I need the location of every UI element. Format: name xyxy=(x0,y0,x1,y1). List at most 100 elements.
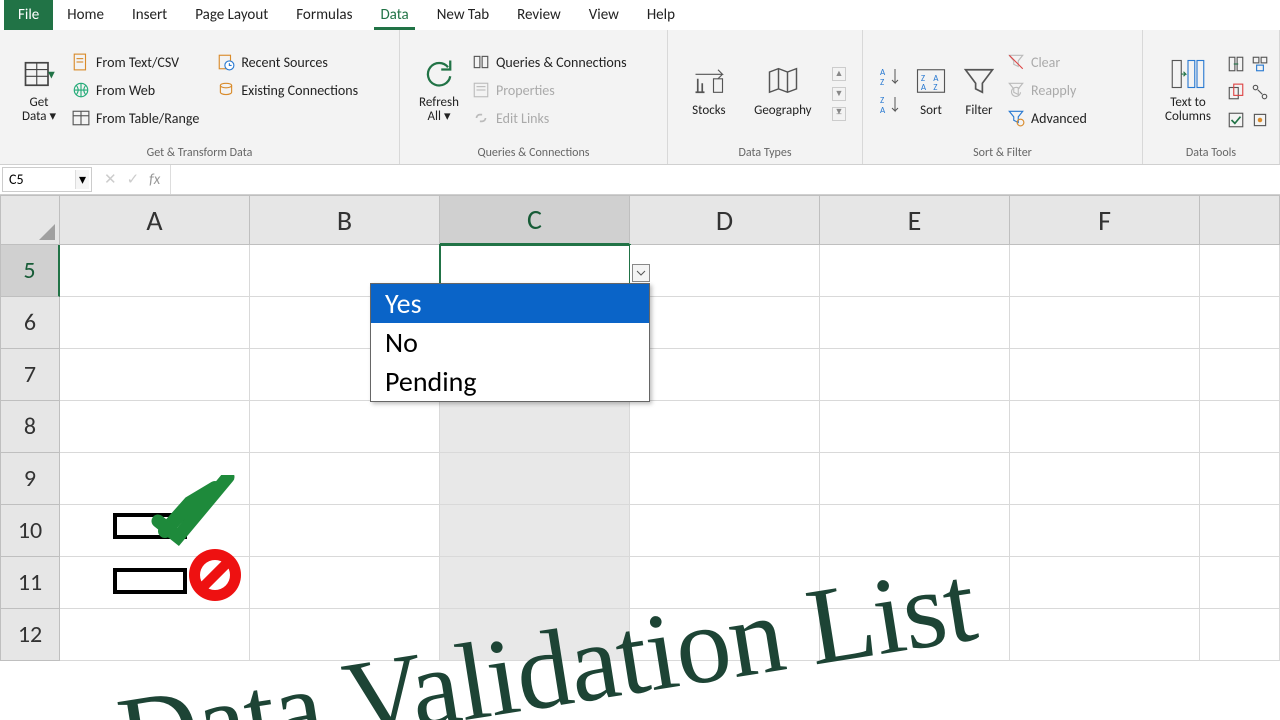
tab-insert[interactable]: Insert xyxy=(118,0,181,30)
queries-connections-button[interactable]: Queries & Connections xyxy=(472,51,627,73)
tab-formulas[interactable]: Formulas xyxy=(282,0,366,30)
cell[interactable] xyxy=(60,245,250,297)
cell[interactable] xyxy=(1200,349,1280,401)
col-header-d[interactable]: D xyxy=(630,195,820,245)
dropdown-option-pending[interactable]: Pending xyxy=(371,362,649,401)
cell[interactable] xyxy=(630,505,820,557)
flash-fill-icon[interactable] xyxy=(1227,55,1245,73)
cell[interactable] xyxy=(440,401,630,453)
gallery-down-icon[interactable]: ▼ xyxy=(832,87,846,101)
cell[interactable] xyxy=(1010,453,1200,505)
sort-asc-button[interactable]: AZ xyxy=(879,65,901,87)
tab-new-tab[interactable]: New Tab xyxy=(423,0,503,30)
cell[interactable] xyxy=(250,505,440,557)
gallery-up-icon[interactable]: ▲ xyxy=(832,67,846,81)
tab-view[interactable]: View xyxy=(575,0,633,30)
cell[interactable] xyxy=(820,349,1010,401)
row-header[interactable]: 6 xyxy=(0,297,60,349)
cell[interactable] xyxy=(1010,505,1200,557)
get-data-button[interactable]: GetData ▾ xyxy=(10,36,68,144)
cell[interactable] xyxy=(820,401,1010,453)
col-header-e[interactable]: E xyxy=(820,195,1010,245)
from-table-range-button[interactable]: From Table/Range xyxy=(72,107,199,129)
col-header-b[interactable]: B xyxy=(250,195,440,245)
cell[interactable] xyxy=(1200,557,1280,609)
row-header[interactable]: 11 xyxy=(0,557,60,609)
row-header[interactable]: 8 xyxy=(0,401,60,453)
confirm-icon[interactable]: ✓ xyxy=(127,170,140,189)
name-box[interactable]: C5 ▾ xyxy=(2,167,92,192)
stocks-button[interactable]: Stocks xyxy=(678,36,740,144)
refresh-all-button[interactable]: RefreshAll ▾ xyxy=(410,36,468,144)
col-header-g[interactable] xyxy=(1200,195,1280,245)
cell[interactable] xyxy=(630,297,820,349)
dropdown-option-no[interactable]: No xyxy=(371,323,649,362)
cell[interactable] xyxy=(1200,245,1280,297)
col-header-f[interactable]: F xyxy=(1010,195,1200,245)
file-tab[interactable]: File xyxy=(4,0,53,30)
geography-button[interactable]: Geography xyxy=(748,36,818,144)
tab-page-layout[interactable]: Page Layout xyxy=(181,0,282,30)
col-header-a[interactable]: A xyxy=(60,195,250,245)
cancel-icon[interactable]: ✕ xyxy=(104,170,117,189)
cell[interactable] xyxy=(1010,557,1200,609)
select-all-button[interactable] xyxy=(0,195,60,245)
existing-connections-button[interactable]: Existing Connections xyxy=(217,79,358,101)
cell[interactable] xyxy=(630,453,820,505)
tab-help[interactable]: Help xyxy=(633,0,689,30)
consolidate-icon[interactable] xyxy=(1251,55,1269,73)
cell[interactable] xyxy=(630,349,820,401)
cell[interactable] xyxy=(1200,297,1280,349)
sort-desc-button[interactable]: ZA xyxy=(879,93,901,115)
cell[interactable] xyxy=(1010,245,1200,297)
from-web-button[interactable]: From Web xyxy=(72,79,199,101)
relationships-icon[interactable] xyxy=(1251,83,1269,101)
cell[interactable] xyxy=(1010,401,1200,453)
cell[interactable] xyxy=(1010,349,1200,401)
fx-icon[interactable]: fx xyxy=(149,171,160,189)
cell[interactable] xyxy=(630,401,820,453)
cell[interactable] xyxy=(820,453,1010,505)
cell[interactable] xyxy=(250,453,440,505)
cell[interactable] xyxy=(820,245,1010,297)
cell[interactable] xyxy=(1010,609,1200,661)
cell[interactable] xyxy=(250,557,440,609)
cell[interactable] xyxy=(1200,401,1280,453)
cell[interactable] xyxy=(60,297,250,349)
tab-data[interactable]: Data xyxy=(366,0,422,30)
text-to-columns-button[interactable]: Text toColumns xyxy=(1153,36,1223,144)
cell[interactable] xyxy=(250,401,440,453)
row-header[interactable]: 7 xyxy=(0,349,60,401)
cell[interactable] xyxy=(630,245,820,297)
advanced-button[interactable]: Advanced xyxy=(1007,107,1087,129)
gallery-more-icon[interactable]: ▼‾ xyxy=(832,107,846,121)
cell[interactable] xyxy=(1200,505,1280,557)
cell[interactable] xyxy=(1010,297,1200,349)
sort-button[interactable]: ZAAZ Sort xyxy=(907,36,955,144)
validation-dropdown-button[interactable] xyxy=(632,264,650,282)
cell[interactable] xyxy=(1200,609,1280,661)
tab-home[interactable]: Home xyxy=(53,0,118,30)
row-header[interactable]: 10 xyxy=(0,505,60,557)
from-text-csv-button[interactable]: From Text/CSV xyxy=(72,51,199,73)
filter-button[interactable]: Filter xyxy=(955,36,1003,144)
cell[interactable] xyxy=(60,349,250,401)
dropdown-option-yes[interactable]: Yes xyxy=(371,284,649,323)
tab-review[interactable]: Review xyxy=(503,0,575,30)
formula-input[interactable] xyxy=(170,165,1280,194)
remove-duplicates-icon[interactable] xyxy=(1227,83,1245,101)
data-model-icon[interactable] xyxy=(1251,111,1269,129)
cell[interactable] xyxy=(440,453,630,505)
row-header[interactable]: 9 xyxy=(0,453,60,505)
recent-sources-button[interactable]: Recent Sources xyxy=(217,51,358,73)
row-header[interactable]: 5 xyxy=(0,245,60,297)
cell[interactable] xyxy=(60,401,250,453)
cell[interactable] xyxy=(440,505,630,557)
cell[interactable] xyxy=(820,297,1010,349)
row-header[interactable]: 12 xyxy=(0,609,60,661)
cell[interactable] xyxy=(60,609,250,661)
col-header-c[interactable]: C xyxy=(440,195,630,245)
cell[interactable] xyxy=(1200,453,1280,505)
data-validation-icon[interactable] xyxy=(1227,111,1245,129)
chevron-down-icon[interactable]: ▾ xyxy=(75,170,89,189)
